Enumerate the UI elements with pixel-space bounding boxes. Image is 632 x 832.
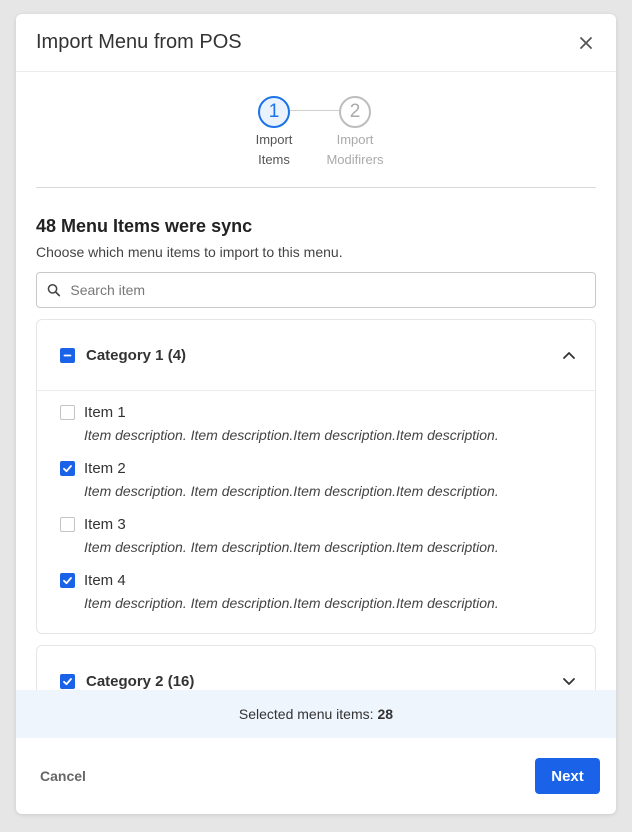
item-name: Item 1 [84,403,126,421]
item-checkbox[interactable] [60,572,75,588]
item-name: Item 2 [84,459,126,477]
list-item: Item 1 Item description. Item descriptio… [37,401,595,457]
chevron-up-icon [563,351,575,359]
category-card: Category 1 (4) Item 1 Item description. … [36,319,596,634]
list-item: Item 2 Item description. Item descriptio… [37,457,595,513]
item-name: Item 3 [84,515,126,533]
sync-heading: 48 Menu Items were sync [36,216,253,236]
step-label: Import Modifirers [326,132,384,167]
category-header[interactable]: Category 1 (4) [37,320,595,390]
check-icon [63,677,72,685]
item-description: Item description. Item description.Item … [84,483,499,499]
item-checkbox[interactable] [60,516,75,532]
step-import-modifiers: 2 Import Modifirers [320,96,390,170]
step-number: 2 [339,96,371,128]
search-icon [47,283,61,297]
modal-body[interactable]: 1 Import Items 2 Import Modifirers 48 Me… [16,72,616,690]
item-checkbox[interactable] [60,404,75,420]
selected-count-bar: Selected menu items: 28 [16,690,616,738]
stepper: 1 Import Items 2 Import Modifirers [36,72,596,188]
step-number: 1 [258,96,290,128]
category-card: Category 2 (16) [36,645,596,690]
search-box[interactable] [36,272,596,308]
check-icon [63,464,72,472]
modal-header: Import Menu from POS [16,14,616,72]
modal-footer: Cancel Next [16,738,616,814]
item-checkbox[interactable] [60,460,75,476]
category-checkbox-indeterminate[interactable] [60,347,75,363]
item-description: Item description. Item description.Item … [84,539,499,555]
list-item: Item 4 Item description. Item descriptio… [37,569,595,625]
category-name: Category 2 (16) [86,672,195,690]
close-button[interactable] [576,33,596,53]
category-checkbox[interactable] [60,673,75,689]
import-menu-modal: Import Menu from POS 1 Import Items 2 Im… [16,14,616,814]
search-input[interactable] [70,282,585,298]
item-name: Item 4 [84,571,126,589]
step-label: Import Items [255,132,293,167]
check-icon [63,576,72,584]
cancel-button[interactable]: Cancel [40,768,86,784]
chevron-down-icon [563,677,575,685]
item-description: Item description. Item description.Item … [84,595,499,611]
category-name: Category 1 (4) [86,346,187,364]
category-header[interactable]: Category 2 (16) [37,646,595,690]
selected-label: Selected menu items: [238,706,374,722]
sync-subheading: Choose which menu items to import to thi… [36,244,343,260]
modal-title: Import Menu from POS [36,31,242,53]
item-list: Item 1 Item description. Item descriptio… [37,391,595,633]
next-button[interactable]: Next [535,758,600,794]
step-import-items: 1 Import Items [239,96,309,170]
minus-icon [63,354,72,356]
expand-button[interactable] [559,671,579,690]
close-icon [580,36,592,49]
item-description: Item description. Item description.Item … [84,427,499,443]
selected-count: 28 [377,706,394,722]
collapse-button[interactable] [559,345,579,365]
list-item: Item 3 Item description. Item descriptio… [37,513,595,569]
